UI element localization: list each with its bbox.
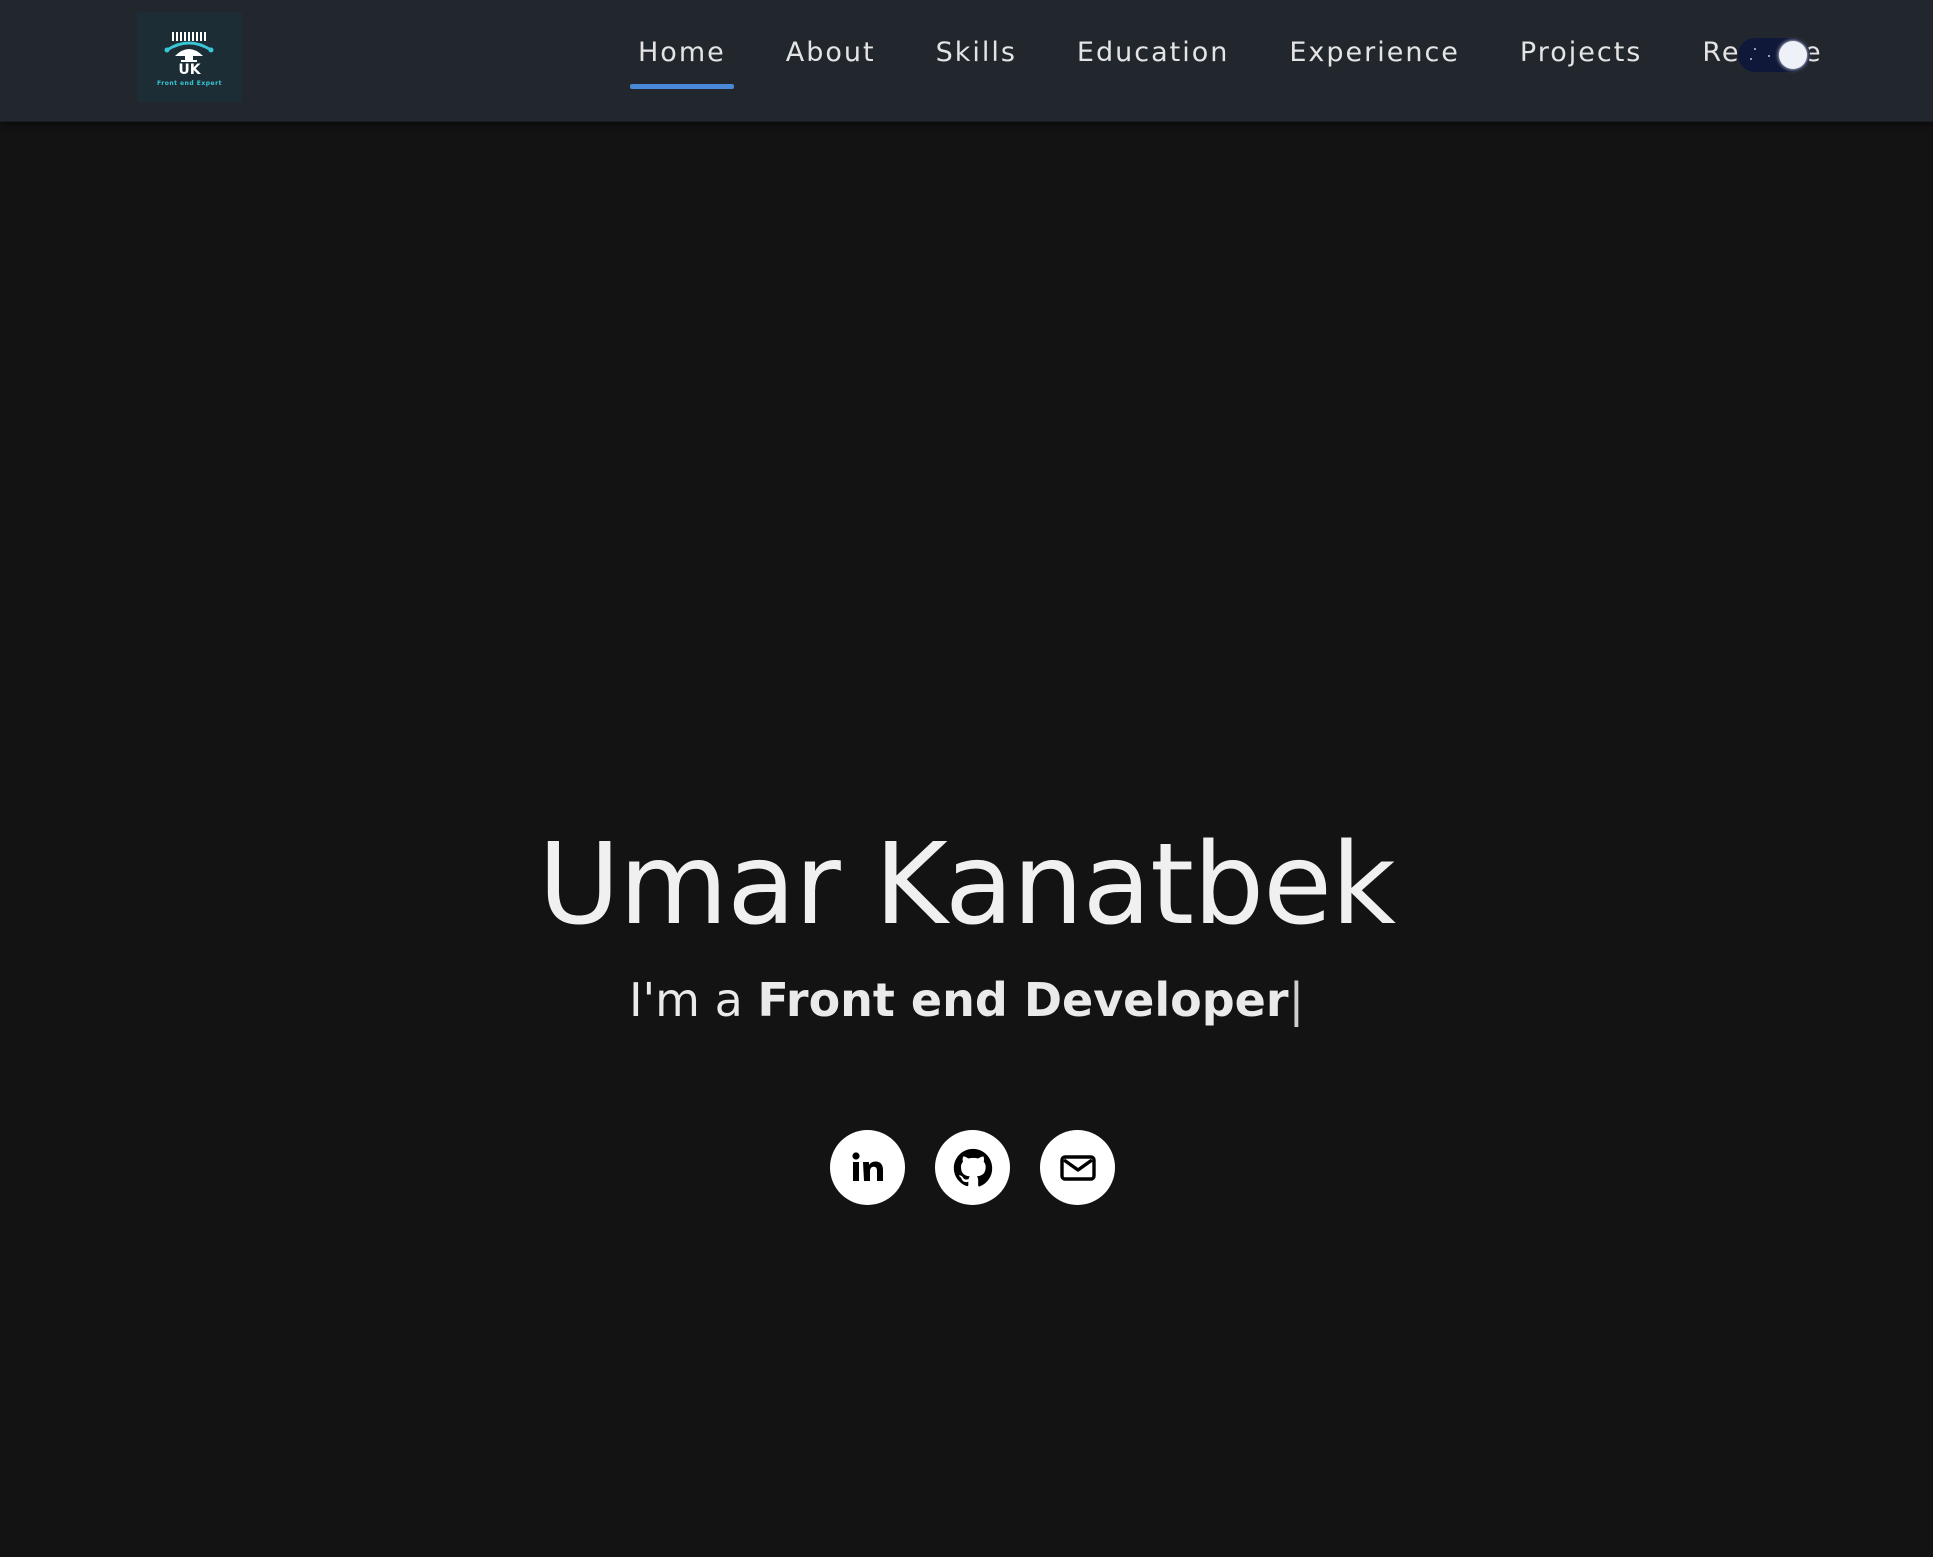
hero-name: Umar Kanatbek: [538, 820, 1396, 950]
github-button[interactable]: [935, 1130, 1010, 1205]
site-logo[interactable]: UK Front end Expert: [137, 12, 242, 102]
typing-cursor: |: [1288, 973, 1305, 1027]
nav-experience[interactable]: Experience: [1281, 37, 1468, 68]
star-icon: [1750, 58, 1752, 60]
logo-tagline: Front end Expert: [157, 80, 222, 87]
nav-links: Home About Skills Education Experience P…: [630, 0, 1875, 105]
nav-education[interactable]: Education: [1069, 37, 1237, 68]
theme-toggle[interactable]: [1738, 38, 1810, 72]
moon-icon: [1779, 41, 1807, 69]
nav-about[interactable]: About: [778, 37, 884, 68]
nav-skills[interactable]: Skills: [928, 37, 1025, 68]
social-links: [830, 1130, 1145, 1205]
mail-button[interactable]: [1040, 1130, 1115, 1205]
logo-monogram: UK: [178, 62, 201, 78]
nav-home[interactable]: Home: [630, 37, 734, 89]
mail-icon: [1059, 1154, 1096, 1181]
navbar: UK Front end Expert Home About Skills Ed…: [0, 0, 1933, 122]
nav-projects[interactable]: Projects: [1512, 37, 1650, 68]
star-icon: [1754, 48, 1756, 50]
tagline-role: Front end Developer: [757, 973, 1289, 1027]
logo-emblem: [164, 32, 214, 62]
github-icon: [953, 1148, 992, 1187]
hero-tagline: I'm a Front end Developer|: [0, 970, 1933, 1030]
star-icon: [1768, 55, 1770, 57]
linkedin-icon: [851, 1151, 883, 1181]
linkedin-button[interactable]: [830, 1130, 905, 1205]
tagline-prefix: I'm a: [628, 973, 758, 1027]
